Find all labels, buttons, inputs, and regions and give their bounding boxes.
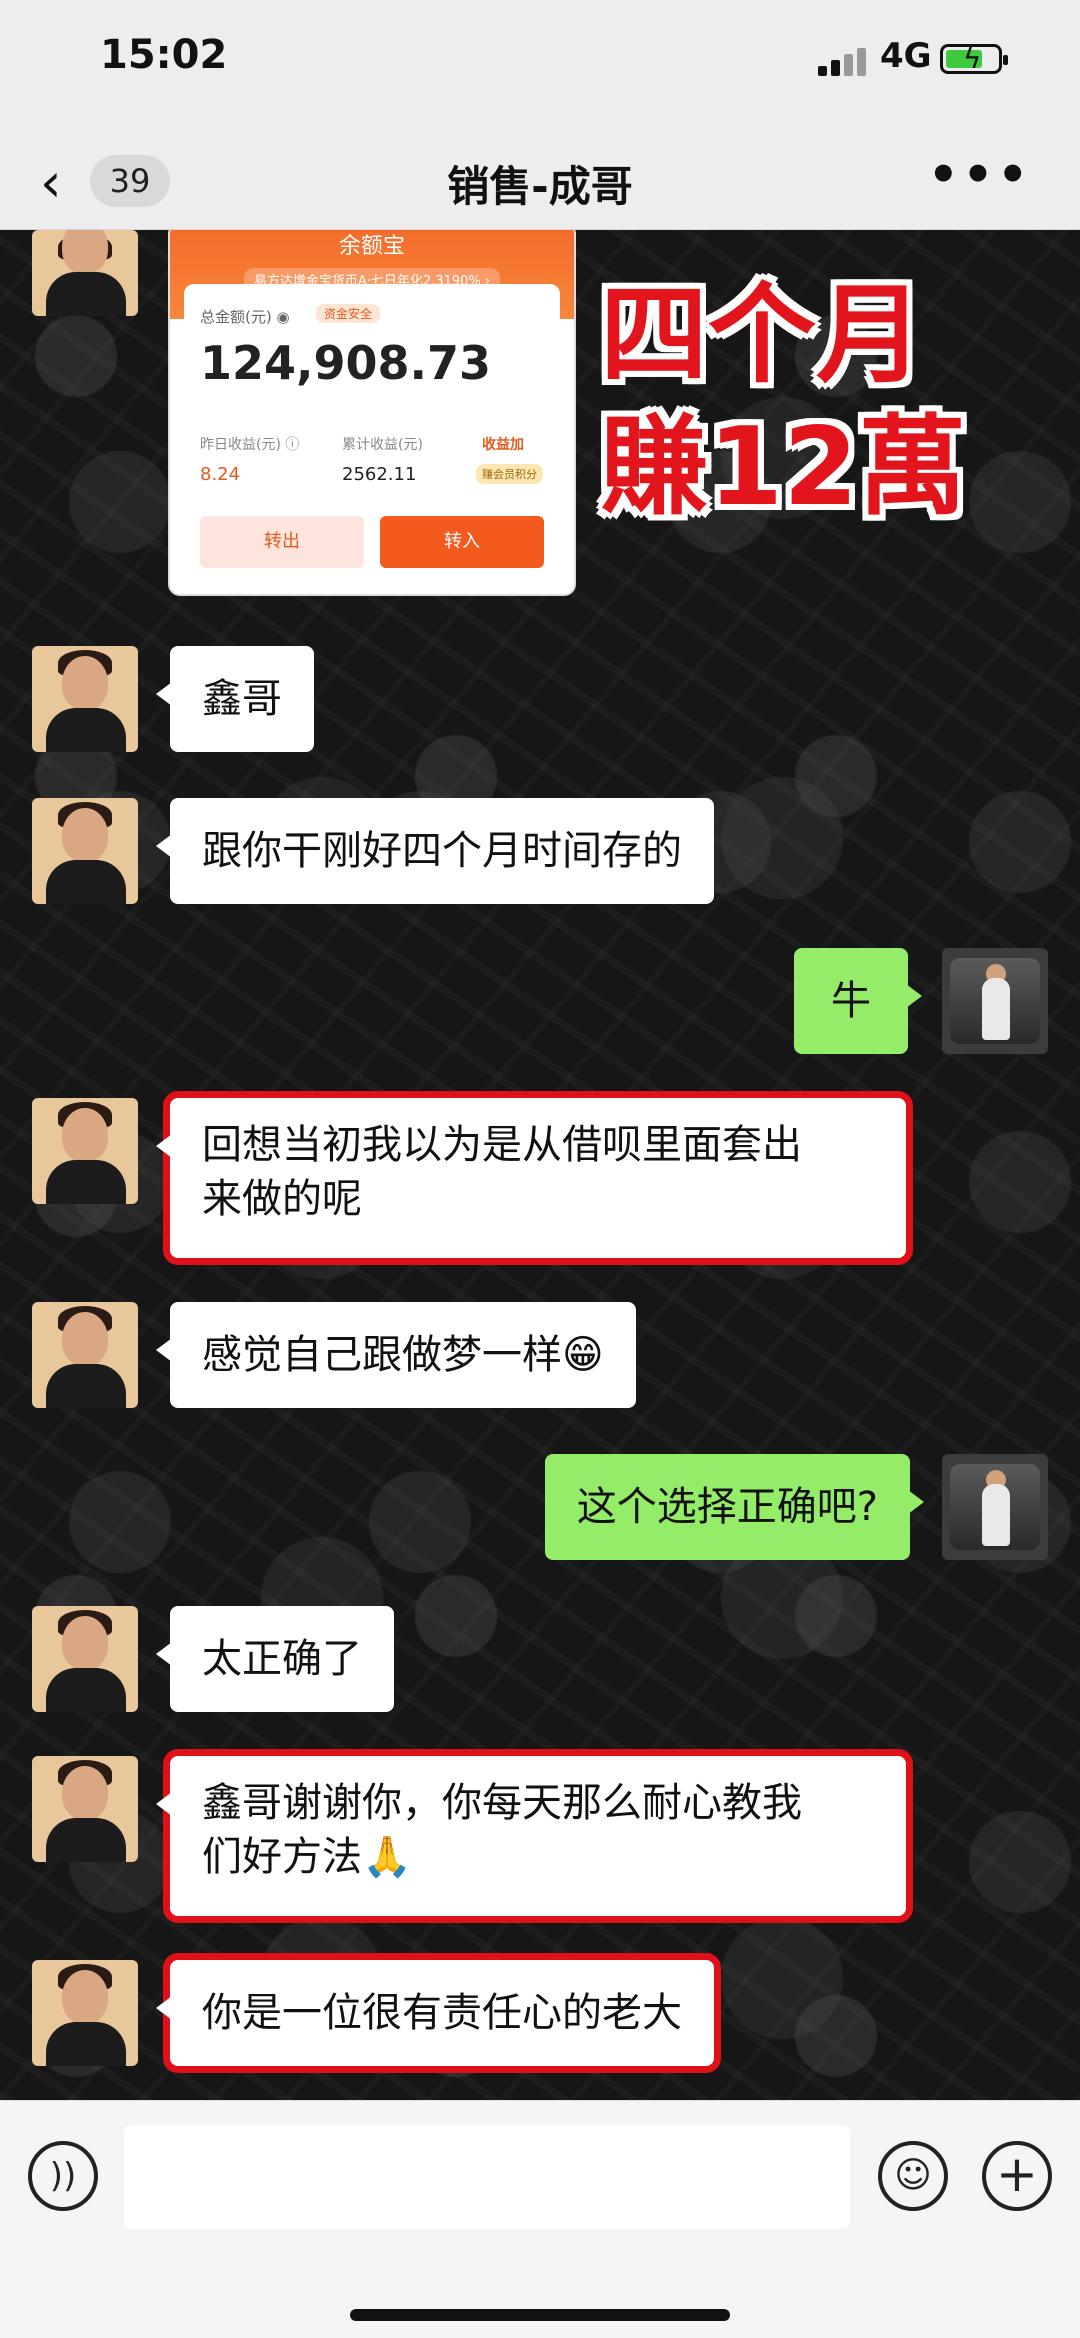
status-bar: 15:02 4G ϟ: [0, 0, 1080, 135]
message-bubble[interactable]: 感觉自己跟做梦一样😁: [156, 1302, 636, 1408]
battery-icon: ϟ: [940, 42, 1008, 75]
card-title: 余额宝: [338, 234, 405, 259]
contact-avatar[interactable]: [32, 1302, 138, 1408]
contact-avatar[interactable]: [32, 1098, 138, 1204]
safe-tag: 资金安全: [316, 304, 381, 323]
total-label: 总金额(元) ◉: [200, 308, 290, 326]
contact-avatar[interactable]: [32, 1960, 138, 2066]
overlay-line-2: 賺12萬: [600, 405, 967, 530]
message-line: 们好方法🙏: [202, 1834, 412, 1880]
emoji-icon[interactable]: ☺: [878, 2141, 948, 2211]
message-bubble[interactable]: 跟你干刚好四个月时间存的: [156, 798, 714, 904]
my-avatar[interactable]: [942, 948, 1048, 1054]
message-bubble[interactable]: 鑫哥谢谢你，你每天那么耐心教我 们好方法🙏: [156, 1756, 906, 1916]
promo-tag: 赚会员积分: [476, 464, 543, 484]
input-bar: )) ☺ +: [0, 2100, 1080, 2338]
message-bubble[interactable]: 你是一位很有责任心的老大: [156, 1960, 714, 2066]
message-input[interactable]: [124, 2125, 850, 2229]
contact-avatar[interactable]: [32, 1606, 138, 1712]
shared-screenshot-image[interactable]: 余额宝 易方达增金宝货币A·七日年化2.3190% › 总金额(元) ◉ 资金安…: [170, 230, 574, 594]
overlay-line-1: 四个月: [600, 273, 925, 398]
transfer-in-button: 转入: [380, 516, 544, 568]
yesterday-label: 昨日收益(元) ⓘ: [200, 437, 300, 453]
my-avatar[interactable]: [942, 1454, 1048, 1560]
voice-icon[interactable]: )): [28, 2141, 98, 2211]
message-line: 回想当初我以为是从借呗里面套出: [202, 1122, 802, 1168]
overlay-caption: 四个月 賺12萬: [600, 270, 966, 534]
message-bubble[interactable]: 鑫哥: [156, 646, 314, 752]
message-line: 鑫哥谢谢你，你每天那么耐心教我: [202, 1780, 802, 1826]
contact-avatar[interactable]: [32, 798, 138, 904]
plus-icon[interactable]: +: [982, 2141, 1052, 2211]
contact-avatar[interactable]: [32, 1756, 138, 1862]
yesterday-value: 8.24: [200, 464, 241, 485]
more-options-icon[interactable]: •••: [928, 147, 1032, 203]
message-bubble[interactable]: 太正确了: [156, 1606, 394, 1712]
message-bubble-sent[interactable]: 这个选择正确吧?: [544, 1454, 925, 1560]
message-bubble-sent[interactable]: 牛: [794, 948, 922, 1054]
chat-area: 余额宝 易方达增金宝货币A·七日年化2.3190% › 总金额(元) ◉ 资金安…: [0, 230, 1080, 2100]
total-amount: 124,908.73: [200, 336, 492, 390]
cumulative-value: 2562.11: [342, 464, 417, 485]
transfer-out-button: 转出: [200, 516, 364, 568]
cumulative-label: 累计收益(元): [342, 437, 423, 453]
message-bubble[interactable]: 回想当初我以为是从借呗里面套出 来做的呢: [156, 1098, 906, 1258]
contact-avatar[interactable]: [32, 646, 138, 752]
chat-header: ‹ 39 销售-成哥 •••: [0, 135, 1080, 230]
home-indicator[interactable]: [350, 2309, 730, 2321]
network-type: 4G: [880, 36, 932, 76]
message-line: 来做的呢: [202, 1176, 362, 1222]
contact-avatar[interactable]: [32, 230, 138, 316]
signal-icon: [818, 46, 868, 76]
status-time: 15:02: [100, 32, 228, 78]
chat-title: 销售-成哥: [447, 162, 633, 211]
promo-label: 收益加: [482, 437, 524, 453]
